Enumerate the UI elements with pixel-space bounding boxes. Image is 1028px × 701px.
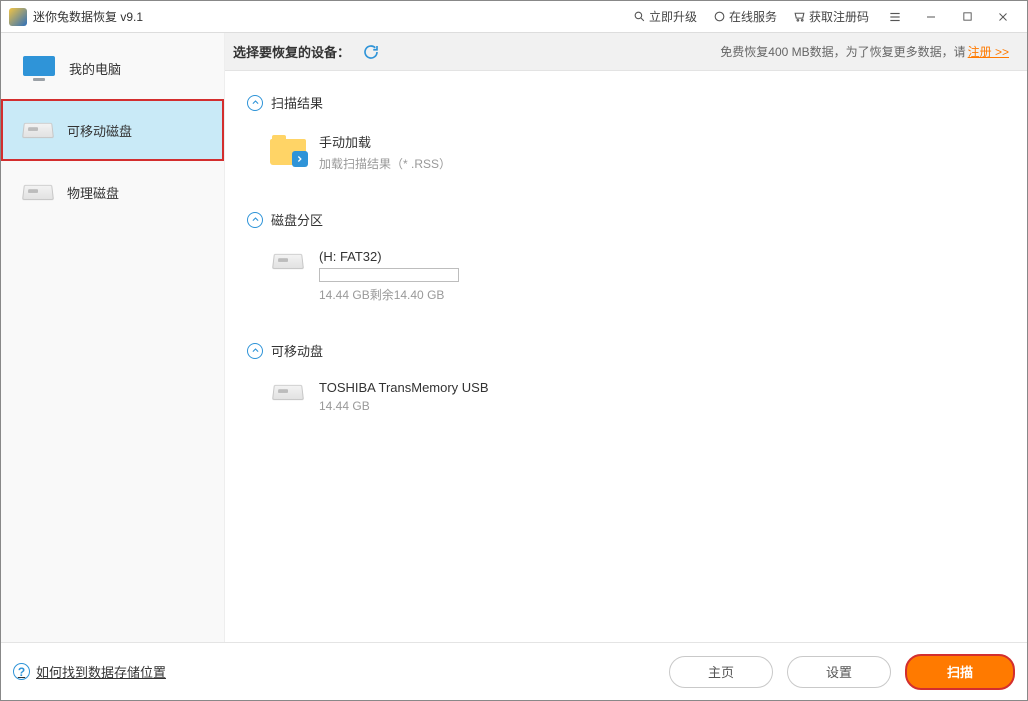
- upgrade-button[interactable]: 立即升级: [625, 1, 705, 32]
- magnifier-icon: [633, 10, 646, 23]
- home-button[interactable]: 主页: [669, 656, 773, 688]
- online-service-button[interactable]: 在线服务: [705, 1, 785, 32]
- scroll-area: 扫描结果 手动加载 加载扫描结果（* .RSS）: [225, 71, 1027, 642]
- chevron-up-icon: [251, 215, 260, 224]
- app-icon: [9, 8, 27, 26]
- sidebar: 我的电脑 可移动磁盘 物理磁盘: [1, 33, 225, 642]
- title-bar: 迷你兔数据恢复 v9.1 立即升级 在线服务 获取注册码: [1, 1, 1027, 33]
- get-registration-button[interactable]: 获取注册码: [785, 1, 877, 32]
- usage-bar: [319, 268, 459, 282]
- section-partitions: 磁盘分区 (H: FAT32) 14.44 GB剩余14.40 GB: [247, 210, 1027, 303]
- maximize-icon: [962, 11, 973, 22]
- section-title: 磁盘分区: [271, 210, 323, 229]
- item-title: 手动加载: [319, 132, 451, 151]
- menu-button[interactable]: [877, 1, 913, 32]
- promo-text: 免费恢复400 MB数据，为了恢复更多数据，请注册 >>: [720, 43, 1009, 60]
- main-area: 我的电脑 可移动磁盘 物理磁盘 选择要恢复的设备： 免费恢复400 MB数据，为…: [1, 33, 1027, 642]
- disk-name: TOSHIBA TransMemory USB: [319, 380, 489, 395]
- refresh-icon: [362, 43, 380, 61]
- register-link[interactable]: 注册 >>: [968, 45, 1009, 59]
- app-title: 迷你兔数据恢复 v9.1: [33, 8, 143, 25]
- cart-icon: [793, 10, 806, 23]
- maximize-button[interactable]: [949, 1, 985, 32]
- device-select-label: 选择要恢复的设备：: [233, 42, 350, 61]
- sidebar-item-label: 物理磁盘: [67, 183, 119, 202]
- monitor-icon: [23, 56, 55, 80]
- disk-icon: [272, 254, 304, 269]
- disk-icon: [22, 185, 54, 200]
- refresh-button[interactable]: [360, 41, 382, 63]
- disk-icon: [272, 385, 304, 400]
- manual-load-item[interactable]: 手动加载 加载扫描结果（* .RSS）: [267, 132, 1027, 172]
- section-removable: 可移动盘 TOSHIBA TransMemory USB 14.44 GB: [247, 341, 1027, 413]
- partition-name: (H: FAT32): [319, 249, 459, 264]
- sidebar-item-label: 可移动磁盘: [67, 121, 132, 140]
- collapse-toggle[interactable]: [247, 212, 263, 228]
- sidebar-item-label: 我的电脑: [69, 59, 121, 78]
- settings-button[interactable]: 设置: [787, 656, 891, 688]
- section-title: 扫描结果: [271, 93, 323, 112]
- chevron-up-icon: [251, 98, 260, 107]
- item-subtitle: 加载扫描结果（* .RSS）: [319, 155, 451, 172]
- section-scan-result: 扫描结果 手动加载 加载扫描结果（* .RSS）: [247, 93, 1027, 172]
- minimize-button[interactable]: [913, 1, 949, 32]
- headset-icon: [713, 10, 726, 23]
- close-icon: [997, 11, 1009, 23]
- collapse-toggle[interactable]: [247, 343, 263, 359]
- sidebar-item-removable-disk[interactable]: 可移动磁盘: [1, 99, 224, 161]
- footer-bar: ? 如何找到数据存储位置 主页 设置 扫描: [1, 642, 1027, 700]
- partition-item[interactable]: (H: FAT32) 14.44 GB剩余14.40 GB: [267, 249, 1027, 303]
- close-button[interactable]: [985, 1, 1021, 32]
- question-icon: ?: [13, 663, 30, 680]
- disk-size: 14.44 GB: [319, 399, 489, 413]
- disk-icon: [22, 123, 54, 138]
- content-area: 选择要恢复的设备： 免费恢复400 MB数据，为了恢复更多数据，请注册 >> 扫…: [225, 33, 1027, 642]
- minimize-icon: [925, 11, 937, 23]
- partition-size: 14.44 GB剩余14.40 GB: [319, 286, 459, 303]
- chevron-up-icon: [251, 346, 260, 355]
- scan-button[interactable]: 扫描: [905, 654, 1015, 690]
- removable-disk-item[interactable]: TOSHIBA TransMemory USB 14.44 GB: [267, 380, 1027, 413]
- collapse-toggle[interactable]: [247, 95, 263, 111]
- section-title: 可移动盘: [271, 341, 323, 360]
- top-strip: 选择要恢复的设备： 免费恢复400 MB数据，为了恢复更多数据，请注册 >>: [225, 33, 1027, 71]
- folder-load-icon: [270, 135, 306, 165]
- help-link[interactable]: ? 如何找到数据存储位置: [13, 662, 166, 681]
- hamburger-icon: [888, 10, 902, 24]
- sidebar-item-my-computer[interactable]: 我的电脑: [1, 37, 224, 99]
- sidebar-item-physical-disk[interactable]: 物理磁盘: [1, 161, 224, 223]
